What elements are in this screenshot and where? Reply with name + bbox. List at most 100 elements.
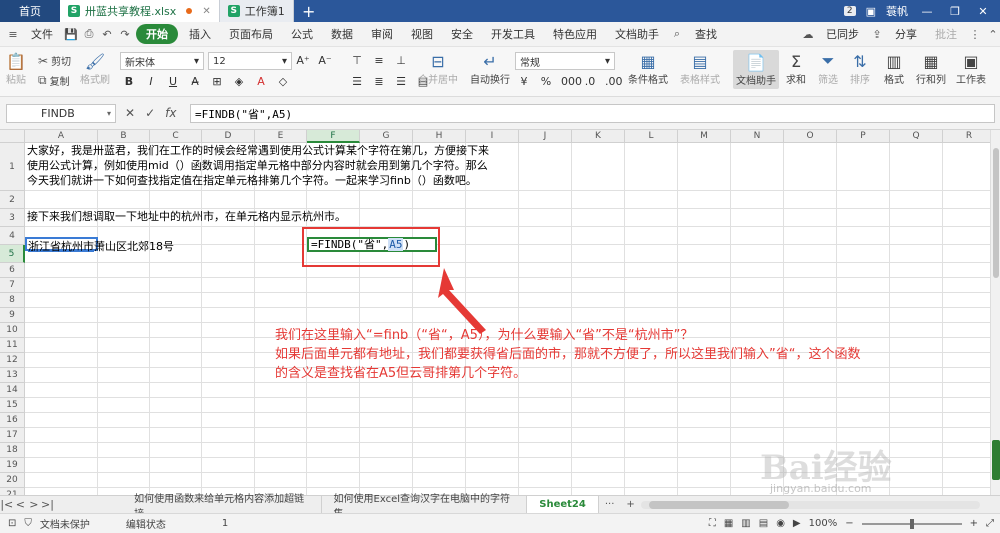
menu-file[interactable]: 文件 [24, 24, 60, 44]
sheet-tab[interactable]: 如何使用函数来给单元格内容添加超链接 [122, 494, 322, 520]
align-left-icon[interactable]: ☰ [350, 75, 364, 88]
close-window-icon[interactable]: ✕ [974, 5, 992, 18]
home-tab[interactable]: 首页 [0, 0, 60, 22]
font-color-icon[interactable]: A [254, 75, 268, 88]
row-header-7[interactable]: 7 [0, 278, 25, 293]
column-header-g[interactable]: G [360, 130, 413, 143]
more-sheets-icon[interactable]: ··· [599, 499, 621, 510]
column-header-f[interactable]: F [307, 130, 360, 143]
column-header-a[interactable]: A [25, 130, 98, 143]
doc-tab-active[interactable]: S 卅蓝共享教程.xlsx ✕ [60, 0, 220, 22]
align-middle-icon[interactable]: ≡ [372, 54, 386, 67]
menu-search[interactable]: 查找 [688, 24, 724, 44]
strikethrough-icon[interactable]: A̶ [188, 75, 202, 88]
menu-doc-helper[interactable]: 文档助手 [608, 24, 666, 44]
page-break-icon[interactable]: ▤ [759, 518, 768, 529]
row-header-18[interactable]: 18 [0, 443, 25, 458]
reading-mode-icon[interactable]: ◉ [776, 518, 785, 529]
menu-formula[interactable]: 公式 [284, 24, 320, 44]
column-header-p[interactable]: P [837, 130, 890, 143]
wrap-text-button[interactable]: ↵ 自动换行 [470, 51, 510, 87]
last-sheet-icon[interactable]: >| [41, 498, 55, 511]
font-size-select[interactable]: 12 ▾ [208, 52, 292, 70]
filter-button[interactable]: ⏷ 筛选 [818, 51, 838, 86]
minimize-icon[interactable]: — [918, 5, 936, 18]
menu-start[interactable]: 开始 [136, 24, 178, 44]
user-avatar-icon[interactable]: ▣ [866, 5, 876, 18]
zoom-level[interactable]: 100% [809, 518, 838, 529]
row-header-2[interactable]: 2 [0, 191, 25, 209]
autosum-button[interactable]: Σ 求和 [786, 51, 806, 87]
italic-icon[interactable]: I [144, 75, 158, 88]
zoom-in-icon[interactable]: + [970, 518, 978, 529]
column-header-h[interactable]: H [413, 130, 466, 143]
font-shrink-icon[interactable]: A⁻ [318, 54, 332, 67]
align-bottom-icon[interactable]: ⊥ [394, 54, 408, 67]
row-header-1[interactable]: 1 [0, 143, 25, 191]
cut-button[interactable]: ✂ 剪切 [38, 53, 71, 69]
doc-helper-button[interactable]: 📄 文档助手 [733, 50, 779, 89]
column-header-q[interactable]: Q [890, 130, 943, 143]
protect-status[interactable]: 文档未保护 [40, 516, 90, 531]
row-header-14[interactable]: 14 [0, 383, 25, 398]
column-header-r[interactable]: R [943, 130, 990, 143]
window-count-badge[interactable]: 2 [843, 6, 856, 16]
decrease-decimal-icon[interactable]: .00 [605, 75, 623, 88]
cancel-icon[interactable]: ✕ [125, 106, 135, 120]
format-button[interactable]: ▥ 格式 [884, 51, 904, 87]
user-name[interactable]: 蓑帆 [886, 3, 908, 19]
row-header-11[interactable]: 11 [0, 338, 25, 353]
column-header-j[interactable]: J [519, 130, 572, 143]
cell-f5-editing[interactable]: =FINDB("省",A5) [307, 237, 437, 252]
sync-status[interactable]: 已同步 [819, 24, 866, 44]
horizontal-scrollbar[interactable] [640, 500, 980, 509]
zoom-slider[interactable] [861, 518, 962, 529]
column-header-e[interactable]: E [255, 130, 307, 143]
menu-view[interactable]: 视图 [404, 24, 440, 44]
page-layout-icon[interactable]: ▥ [741, 518, 750, 529]
number-format-select[interactable]: 常规 ▾ [515, 52, 615, 70]
paste-button[interactable]: 📋 粘贴 [6, 51, 26, 87]
column-header-m[interactable]: M [678, 130, 731, 143]
row-header-3[interactable]: 3 [0, 209, 25, 227]
menu-icon[interactable]: ≡ [6, 27, 20, 41]
formula-input[interactable]: =FINDB("省",A5) [190, 104, 995, 123]
menu-insert[interactable]: 插入 [182, 24, 218, 44]
confirm-icon[interactable]: ✓ [145, 106, 155, 120]
row-header-4[interactable]: 4 [0, 227, 25, 245]
collapse-ribbon-icon[interactable]: ⌃ [986, 27, 1000, 41]
align-right-icon[interactable]: ☰ [394, 75, 408, 88]
name-box[interactable]: FINDB ▾ [6, 104, 116, 123]
row-header-13[interactable]: 13 [0, 368, 25, 383]
row-header-9[interactable]: 9 [0, 308, 25, 323]
percent-icon[interactable]: % [539, 75, 553, 88]
row-header-5[interactable]: 5 [0, 245, 25, 263]
fullscreen-icon[interactable]: ⛶ [709, 518, 716, 529]
share-button[interactable]: 分享 [888, 24, 924, 44]
menu-dev-tools[interactable]: 开发工具 [484, 24, 542, 44]
column-header-d[interactable]: D [202, 130, 255, 143]
cell-a5[interactable]: 浙江省杭州市萧山区北郊18号 [28, 238, 174, 254]
new-tab-button[interactable]: + [294, 0, 324, 22]
row-header-19[interactable]: 19 [0, 458, 25, 473]
align-center-icon[interactable]: ≣ [372, 75, 386, 88]
prev-sheet-icon[interactable]: < [14, 498, 28, 511]
conditional-format-button[interactable]: ▦ 条件格式 [628, 51, 668, 87]
column-header-l[interactable]: L [625, 130, 678, 143]
undo-icon[interactable]: ↶ [100, 27, 114, 41]
spreadsheet-grid[interactable]: ABCDEFGHIJKLMNOPQR 1 2 3 4 5 6 7 8 9 10 11 12 13 14 15… [0, 130, 990, 495]
border-icon[interactable]: ⊞ [210, 75, 224, 88]
currency-icon[interactable]: ¥ [517, 75, 531, 88]
copy-button[interactable]: ⧉ 复制 [38, 73, 70, 88]
fx-icon[interactable]: fx [165, 106, 176, 120]
comment-button[interactable]: 批注 [928, 24, 964, 44]
cell-a3[interactable]: 接下来我们想调取一下地址中的杭州市，在单元格内显示杭州市。 [27, 209, 346, 224]
fit-window-icon[interactable]: ⤢ [986, 518, 994, 529]
doc-tab[interactable]: S 工作簿1 [219, 0, 294, 22]
first-sheet-icon[interactable]: |< [0, 498, 14, 511]
side-widget-icon[interactable] [992, 440, 1000, 480]
row-header-17[interactable]: 17 [0, 428, 25, 443]
redo-icon[interactable]: ↷ [118, 27, 132, 41]
select-all-corner[interactable] [0, 130, 25, 143]
column-header-c[interactable]: C [150, 130, 202, 143]
